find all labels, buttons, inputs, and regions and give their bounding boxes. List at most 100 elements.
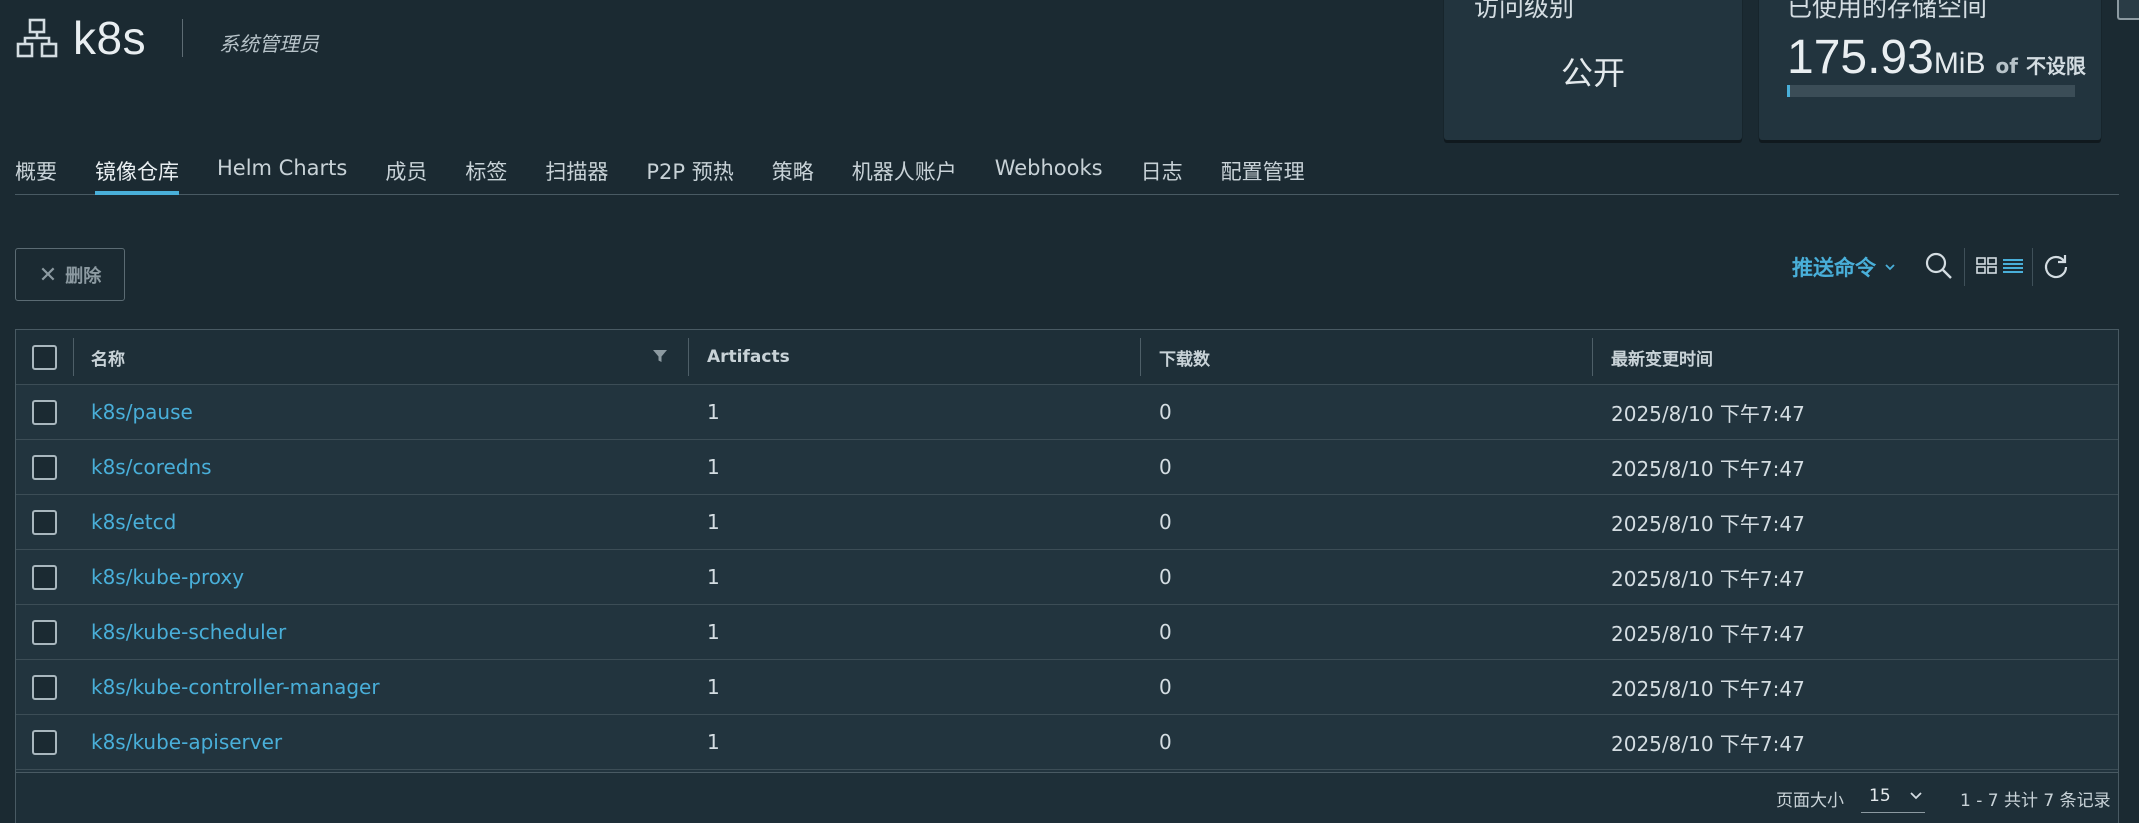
push-command-dropdown[interactable]: 推送命令 xyxy=(1792,252,1896,282)
table-header-row: 名称 Artifacts 下载数 最新变更时间 xyxy=(16,330,2118,385)
artifacts-count: 1 xyxy=(707,565,720,589)
chevron-down-icon xyxy=(1910,791,1922,799)
artifacts-count: 1 xyxy=(707,730,720,754)
tab-item[interactable]: 扫描器 xyxy=(545,152,608,195)
column-separator xyxy=(688,338,689,376)
artifacts-count: 1 xyxy=(707,675,720,699)
pagination-summary: 1 - 7 共计 7 条记录 xyxy=(1960,791,2111,811)
repositories-table: 名称 Artifacts 下载数 最新变更时间 k8s/pause 1 0 2025/… xyxy=(15,329,2119,823)
table-row[interactable]: k8s/kube-controller-manager 1 0 2025/8/10 下… xyxy=(16,660,2118,715)
download-count: 0 xyxy=(1159,730,1172,754)
table-footer: 页面大小 15 1 - 7 共计 7 条记录 xyxy=(16,772,2118,823)
row-select-cell xyxy=(32,715,57,769)
row-checkbox[interactable] xyxy=(32,729,57,755)
repository-name-link[interactable]: k8s/pause xyxy=(91,385,193,439)
column-header-downloads[interactable]: 下载数 xyxy=(1159,330,1210,384)
table-row[interactable]: k8s/kube-proxy 1 0 2025/8/10 下午7:47 xyxy=(16,550,2118,605)
table-row[interactable]: k8s/kube-apiserver 1 0 2025/8/10 下午7:47 xyxy=(16,715,2118,770)
project-role: 系统管理员 xyxy=(219,31,320,56)
select-all-cell xyxy=(32,330,57,384)
last-modified-time: 2025/8/10 下午7:47 xyxy=(1611,511,1805,536)
row-select-cell xyxy=(32,495,57,549)
tab-item[interactable]: 标签 xyxy=(465,152,507,195)
tab-item[interactable]: 概要 xyxy=(15,152,57,195)
page-size-select[interactable]: 15 xyxy=(1861,779,1925,813)
repository-name-link[interactable]: k8s/etcd xyxy=(91,495,176,549)
repository-name-link[interactable]: k8s/coredns xyxy=(91,440,212,494)
row-checkbox[interactable] xyxy=(32,454,57,480)
table-row[interactable]: k8s/pause 1 0 2025/8/10 下午7:47 xyxy=(16,385,2118,440)
row-checkbox[interactable] xyxy=(32,619,57,645)
tab-item[interactable]: 镜像仓库 xyxy=(95,152,179,195)
storage-card: 已使用的存储空间 175.93 MiB of 不设限 xyxy=(1759,0,2101,140)
tab-item[interactable]: Webhooks xyxy=(995,152,1103,195)
tab-item[interactable]: 日志 xyxy=(1141,152,1183,195)
toolbar-divider xyxy=(2032,248,2033,286)
repository-name-link[interactable]: k8s/kube-scheduler xyxy=(91,605,286,659)
column-separator xyxy=(1140,338,1141,376)
row-select-cell xyxy=(32,550,57,604)
last-modified-time: 2025/8/10 下午7:47 xyxy=(1611,676,1805,701)
column-header-artifacts[interactable]: Artifacts xyxy=(707,330,790,384)
repositories-page: k8s 系统管理员 访问级别 公开 已使用的存储空间 175.93 MiB of… xyxy=(0,0,2139,823)
last-modified-time: 2025/8/10 下午7:47 xyxy=(1611,621,1805,646)
card-view-icon xyxy=(1976,257,1997,274)
table-row[interactable]: k8s/coredns 1 0 2025/8/10 下午7:47 xyxy=(16,440,2118,495)
row-select-cell xyxy=(32,385,57,439)
select-all-checkbox[interactable] xyxy=(32,344,57,370)
list-view-button[interactable] xyxy=(2002,250,2024,282)
column-separator xyxy=(73,338,74,376)
tab-item[interactable]: Helm Charts xyxy=(217,152,347,195)
repository-name-link[interactable]: k8s/kube-controller-manager xyxy=(91,660,380,714)
side-panel-toggle[interactable] xyxy=(2117,0,2139,20)
artifacts-count: 1 xyxy=(707,620,720,644)
download-count: 0 xyxy=(1159,620,1172,644)
refresh-button[interactable] xyxy=(2042,250,2070,282)
project-header: k8s 系统管理员 xyxy=(15,12,319,64)
close-icon: ✕ xyxy=(38,261,58,287)
row-select-cell xyxy=(32,440,57,494)
storage-progress-fill xyxy=(1787,85,1790,97)
storage-value: 175.93 xyxy=(1787,31,1934,84)
download-count: 0 xyxy=(1159,565,1172,589)
storage-title: 已使用的存储空间 xyxy=(1787,0,1988,22)
page-size-label: 页面大小 xyxy=(1776,791,1844,811)
column-header-updated[interactable]: 最新变更时间 xyxy=(1611,330,1713,384)
tab-item[interactable]: 成员 xyxy=(385,152,427,195)
row-checkbox[interactable] xyxy=(32,674,57,700)
tab-item[interactable]: 策略 xyxy=(772,152,814,195)
delete-button[interactable]: ✕ 删除 xyxy=(15,248,125,301)
row-checkbox[interactable] xyxy=(32,564,57,590)
access-level-card: 访问级别 公开 xyxy=(1444,0,1742,140)
download-count: 0 xyxy=(1159,455,1172,479)
card-view-button[interactable] xyxy=(1976,250,1998,282)
tab-item[interactable]: 配置管理 xyxy=(1221,152,1305,195)
search-button[interactable] xyxy=(1924,250,1954,282)
repository-name-link[interactable]: k8s/kube-proxy xyxy=(91,550,244,604)
header-divider xyxy=(182,19,184,57)
project-icon xyxy=(16,18,58,58)
table-row[interactable]: k8s/kube-scheduler 1 0 2025/8/10 下午7:47 xyxy=(16,605,2118,660)
last-modified-time: 2025/8/10 下午7:47 xyxy=(1611,401,1805,426)
access-level-value: 公开 xyxy=(1560,54,1625,92)
storage-limit: 不设限 xyxy=(2025,54,2086,78)
last-modified-time: 2025/8/10 下午7:47 xyxy=(1611,566,1805,591)
access-level-title: 访问级别 xyxy=(1474,0,1575,22)
tab-item[interactable]: 机器人账户 xyxy=(852,152,957,195)
table-row[interactable]: k8s/etcd 1 0 2025/8/10 下午7:47 xyxy=(16,495,2118,550)
search-icon xyxy=(1925,252,1952,279)
column-header-name[interactable]: 名称 xyxy=(91,330,125,384)
chevron-down-icon xyxy=(1885,264,1895,271)
row-select-cell xyxy=(32,605,57,659)
push-command-label: 推送命令 xyxy=(1792,256,1876,280)
repository-name-link[interactable]: k8s/kube-apiserver xyxy=(91,715,282,769)
artifacts-count: 1 xyxy=(707,510,720,534)
row-checkbox[interactable] xyxy=(32,399,57,425)
storage-progress-bar xyxy=(1787,85,2075,97)
download-count: 0 xyxy=(1159,510,1172,534)
storage-of: of xyxy=(1995,54,2018,78)
refresh-icon xyxy=(2044,255,2068,279)
tab-item[interactable]: P2P 预热 xyxy=(646,152,733,195)
row-checkbox[interactable] xyxy=(32,509,57,535)
filter-icon[interactable] xyxy=(652,348,668,364)
